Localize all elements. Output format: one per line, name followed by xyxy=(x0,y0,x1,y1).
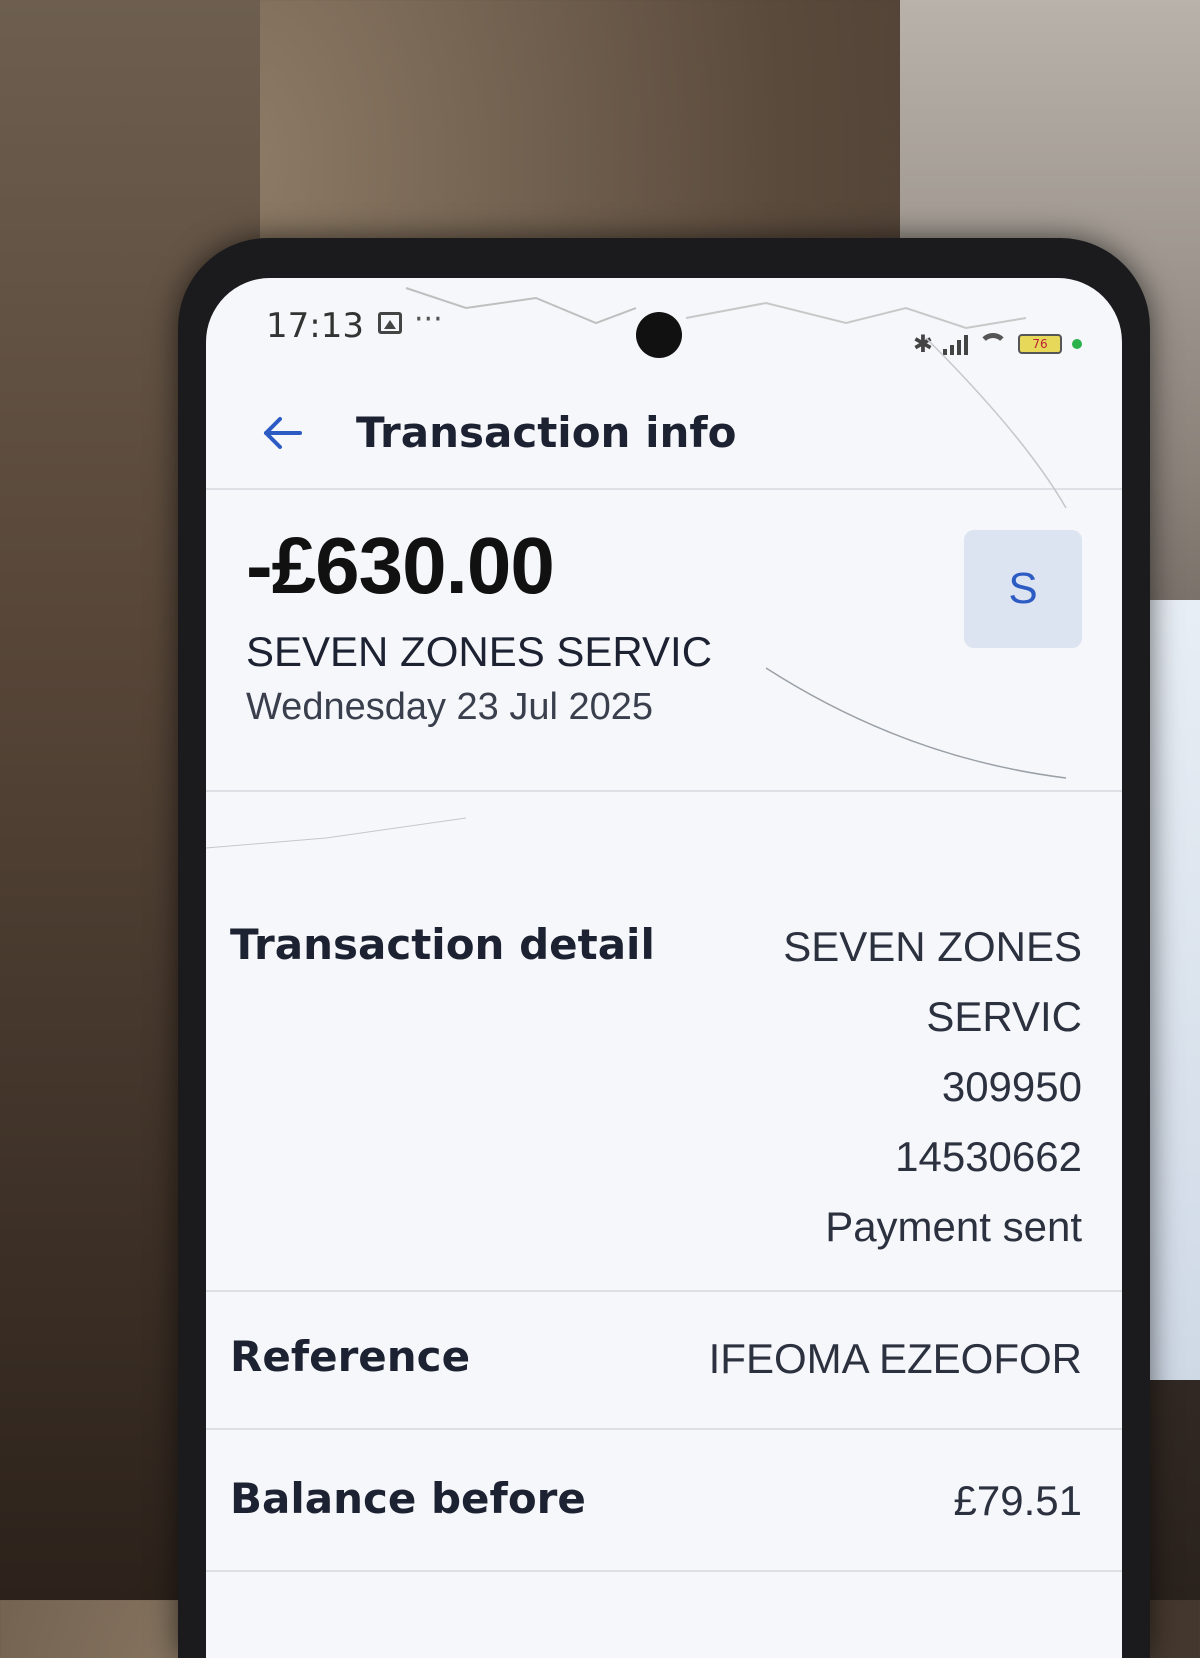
app-header: Transaction info xyxy=(206,378,1122,490)
page-title: Transaction info xyxy=(356,408,737,457)
privacy-indicator-icon xyxy=(1072,339,1082,349)
transaction-date: Wednesday 23 Jul 2025 xyxy=(246,686,654,728)
detail-label: Reference xyxy=(230,1332,471,1381)
front-camera xyxy=(636,312,682,358)
detail-value: Payment sent xyxy=(825,1203,1082,1250)
detail-value: £79.51 xyxy=(953,1477,1082,1524)
detail-values: SEVEN ZONES SERVIC 309950 14530662 Payme… xyxy=(783,912,1082,1262)
detail-values: IFEOMA EZEOFOR xyxy=(709,1324,1082,1394)
wifi-icon xyxy=(978,333,1008,355)
status-icons: ✱ 76 xyxy=(913,330,1082,358)
arrow-left-icon[interactable] xyxy=(258,408,308,458)
detail-value: 14530662 xyxy=(895,1133,1082,1180)
status-time: 17:13 xyxy=(266,306,364,346)
detail-value: 309950 xyxy=(941,1063,1082,1110)
merchant-name: SEVEN ZONES SERVIC xyxy=(246,628,713,675)
detail-row-balance-before: Balance before £79.51 xyxy=(206,1430,1122,1572)
detail-value: IFEOMA EZEOFOR xyxy=(708,1335,1082,1382)
phone-screen: 17:13 ··· ✱ 76 Transaction info -£630.00… xyxy=(206,278,1122,1658)
detail-label: Balance before xyxy=(230,1474,586,1523)
bluetooth-icon: ✱ xyxy=(912,330,933,358)
status-bar: 17:13 ··· ✱ 76 xyxy=(206,278,1122,368)
transaction-summary: -£630.00 SEVEN ZONES SERVIC Wednesday 23… xyxy=(206,490,1122,792)
detail-row-transaction: Transaction detail SEVEN ZONES SERVIC 30… xyxy=(206,790,1122,1292)
more-notifications-icon: ··· xyxy=(414,302,443,337)
detail-row-reference: Reference IFEOMA EZEOFOR xyxy=(206,1292,1122,1430)
battery-icon: 76 xyxy=(1018,334,1062,354)
phone-frame: 17:13 ··· ✱ 76 Transaction info -£630.00… xyxy=(178,238,1150,1658)
gallery-notification-icon xyxy=(378,312,402,334)
detail-values: £79.51 xyxy=(954,1466,1082,1536)
merchant-avatar: S xyxy=(964,530,1082,648)
detail-value: SERVIC xyxy=(926,993,1082,1040)
transaction-amount: -£630.00 xyxy=(246,521,555,610)
detail-value: SEVEN ZONES xyxy=(783,923,1082,970)
detail-label: Transaction detail xyxy=(230,920,655,969)
signal-icon xyxy=(943,333,968,355)
